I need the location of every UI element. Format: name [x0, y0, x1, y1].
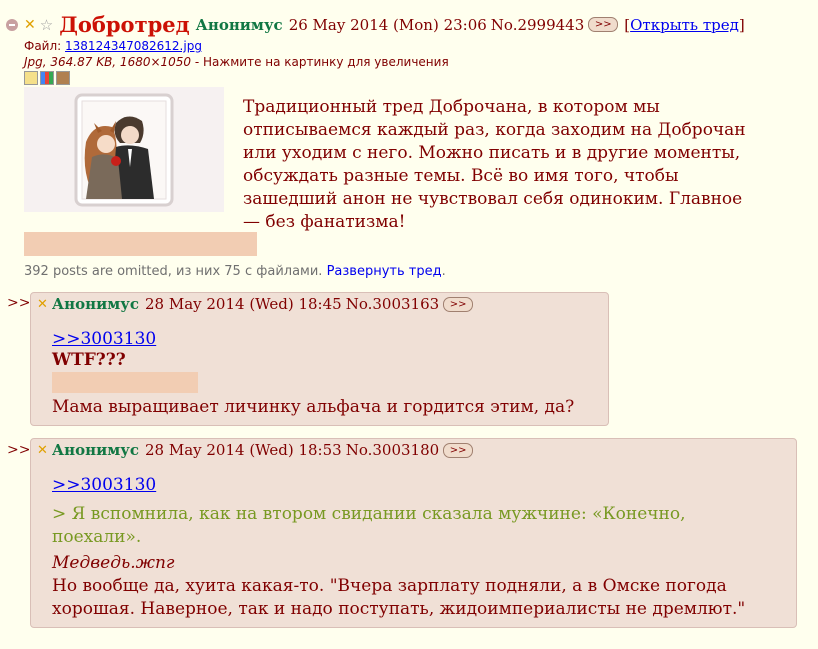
delete-icon[interactable]: ✕ — [37, 443, 48, 458]
reply-message: Мама выращивает личинку альфача и гордит… — [52, 397, 575, 417]
reply-post: ✕ Анонимус 28 May 2014 (Wed) 18:53 No.30… — [30, 438, 797, 628]
op-thumbnail[interactable] — [24, 87, 224, 212]
reply-header: ✕ Анонимус 28 May 2014 (Wed) 18:45 No.30… — [37, 295, 479, 313]
omitted-text: 392 posts are omitted, из них 75 с файла… — [24, 264, 323, 279]
reply-message: Но вообще да, хуита какая-то. "Вчера зар… — [52, 576, 746, 619]
thread-subject: Добротред — [59, 12, 190, 37]
delete-icon[interactable]: ✕ — [24, 17, 36, 33]
reply-arrow: >> — [7, 295, 31, 311]
favorite-star-icon[interactable]: ☆ — [40, 16, 53, 34]
reply-bold-line: WTF??? — [52, 350, 126, 370]
file-label: Файл: — [24, 39, 62, 53]
bracket-right: ] — [738, 15, 745, 34]
post-number[interactable]: No.3003180 — [346, 441, 439, 459]
reply-button[interactable]: >> — [443, 442, 474, 458]
expand-thread-link[interactable]: Развернуть тред — [327, 264, 442, 279]
reply-reference-link[interactable]: >>3003130 — [52, 475, 156, 495]
file-meta-values: Jpg, 364.87 KB, 1680×1050 — [24, 55, 192, 69]
op-message: Традиционный тред Доброчана, в котором м… — [243, 97, 746, 232]
reply-arrow: >> — [7, 442, 31, 458]
post-date: 28 May 2014 (Wed) 18:45 — [144, 295, 342, 313]
post-date: 28 May 2014 (Wed) 18:53 — [144, 441, 342, 459]
reply-button[interactable]: >> — [588, 17, 619, 32]
file-hint: - Нажмите на картинку для увеличения — [191, 55, 449, 69]
omitted-posts: 392 posts are omitted, из них 75 с файла… — [24, 264, 446, 279]
poster-name: Анонимус — [51, 441, 139, 459]
reply-button[interactable]: >> — [443, 296, 474, 312]
reply-header: ✕ Анонимус 28 May 2014 (Wed) 18:53 No.30… — [37, 441, 479, 459]
delete-icon[interactable]: ✕ — [37, 297, 48, 312]
reply-reference-link[interactable]: >>3003130 — [52, 329, 156, 349]
poster-name: Анонимус — [195, 15, 283, 34]
open-thread-wrapper: [Открыть тред] — [624, 16, 744, 34]
redacted-bar — [52, 372, 198, 393]
post-number[interactable]: No.3003163 — [346, 295, 439, 313]
open-thread-link[interactable]: Открыть тред — [630, 16, 739, 34]
file-name-link[interactable]: 13812434708261​2.jpg — [65, 39, 202, 53]
reply-italic-line: Медведь.жпг — [52, 553, 175, 573]
hide-thread-icon[interactable] — [6, 18, 18, 31]
post-number[interactable]: No.2999443 — [491, 16, 584, 34]
google-search-icon[interactable] — [40, 71, 54, 85]
thumbnail-illustration — [24, 87, 224, 212]
file-meta: Jpg, 364.87 KB, 1680×1050 - Нажмите на к… — [24, 55, 449, 69]
redacted-bar — [24, 232, 257, 256]
reply-post: ✕ Анонимус 28 May 2014 (Wed) 18:45 No.30… — [30, 292, 609, 426]
file-info: Файл: 13812434708261​2.jpg — [24, 39, 202, 53]
greentext-quote: > Я вспомнила, как на втором свидании ск… — [52, 504, 686, 547]
edit-icon[interactable] — [24, 71, 38, 85]
op-header: ✕ ☆ Добротред Анонимус 26 May 2014 (Mon)… — [6, 12, 745, 37]
file-actions — [24, 71, 70, 85]
post-date: 26 May 2014 (Mon) 23:06 — [288, 15, 487, 34]
poster-name: Анонимус — [51, 295, 139, 313]
iqdb-search-icon[interactable] — [56, 71, 70, 85]
